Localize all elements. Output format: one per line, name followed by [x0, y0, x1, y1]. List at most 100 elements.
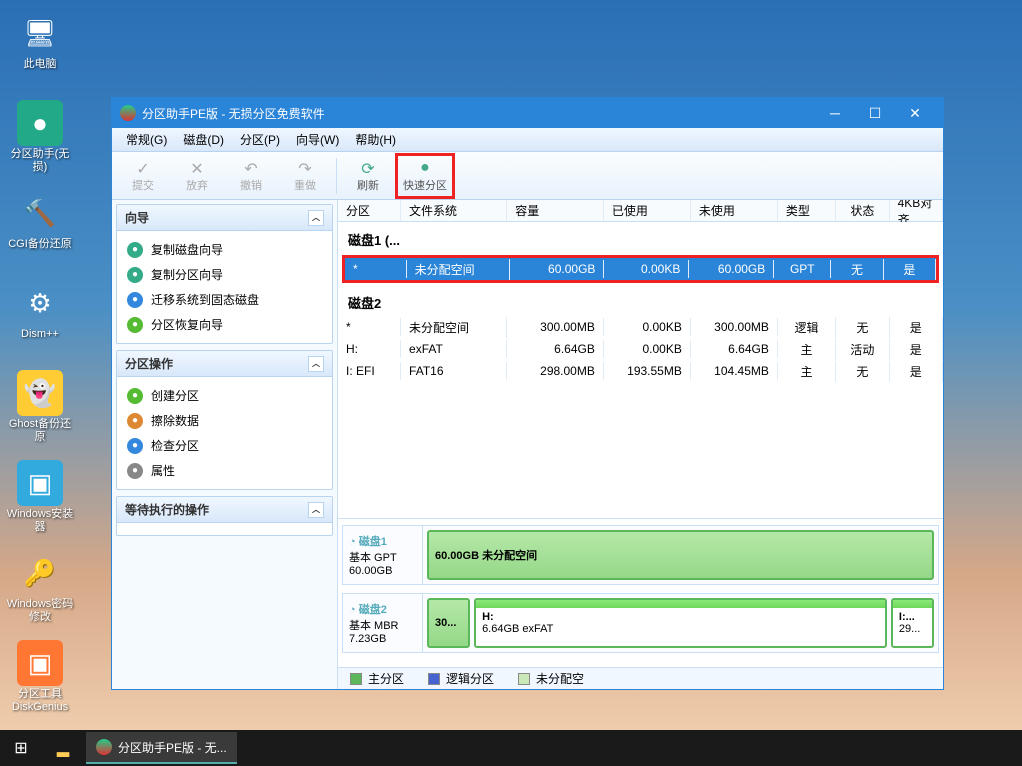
partition-bar[interactable]: I:...29...	[891, 598, 934, 648]
partition-row[interactable]: I: EFIFAT16298.00MB193.55MB104.45MB主无是	[338, 360, 943, 382]
column-headers: 分区文件系统容量已使用未使用类型状态4KB对齐	[338, 200, 943, 222]
sidebar-item-1-3[interactable]: ●属性	[121, 458, 328, 483]
column-header-1[interactable]: 文件系统	[401, 200, 507, 221]
partition-row[interactable]: *未分配空间60.00GB0.00KB60.00GBGPT无是	[345, 258, 936, 280]
side-item-icon: ●	[127, 438, 143, 454]
sidebar-item-0-0[interactable]: ●复制磁盘向导	[121, 237, 328, 262]
file-explorer-icon[interactable]: ▂	[42, 730, 84, 766]
desktop-icons: 🖥此电脑 ●分区助手(无损) 🔨CGI备份还原 ⚙Dism++ 👻 Ghost备份还原 ▣W…	[5, 10, 85, 730]
partition-bar[interactable]: 60.00GB 未分配空间	[427, 530, 934, 580]
toolbar-label: 撤销	[240, 177, 262, 193]
start-button[interactable]: ⊞	[0, 730, 42, 766]
collapse-icon[interactable]: ︿	[308, 210, 324, 226]
toolbar-label: 重做	[294, 177, 316, 193]
sidebar-panel-1: 分区操作︿●创建分区●擦除数据●检查分区●属性	[116, 350, 333, 490]
icon-glyph: ▣	[28, 648, 53, 679]
collapse-icon[interactable]: ︿	[308, 502, 324, 518]
menu-item-1[interactable]: 磁盘(D)	[175, 129, 232, 150]
panel-header[interactable]: 分区操作︿	[117, 351, 332, 377]
desktop-icon-6[interactable]: 🔑Windows密码修改	[5, 550, 75, 630]
column-header-0[interactable]: 分区	[338, 200, 401, 221]
column-header-4[interactable]: 未使用	[691, 200, 778, 221]
cell: 活动	[836, 339, 889, 360]
side-item-label: 迁移系统到固态磁盘	[151, 291, 259, 308]
toolbar-快速分区[interactable]: ●快速分区	[399, 156, 451, 196]
partition-bar[interactable]: H:6.64GB exFAT	[474, 598, 887, 648]
legend-label: 未分配空	[536, 670, 584, 687]
icon-label: 分区助手(无损)	[5, 148, 75, 174]
partition-row[interactable]: *未分配空间300.00MB0.00KB300.00MB逻辑无是	[338, 316, 943, 338]
cell: 104.45MB	[691, 362, 778, 380]
撤销-icon: ↶	[244, 159, 257, 177]
quick-partition-highlight: ●快速分区	[395, 153, 455, 199]
toolbar-separator	[336, 158, 337, 194]
maximize-button[interactable]: ☐	[855, 98, 895, 128]
side-item-icon: ●	[127, 317, 143, 333]
column-header-3[interactable]: 已使用	[604, 200, 691, 221]
side-item-icon: ●	[127, 463, 143, 479]
column-header-2[interactable]: 容量	[507, 200, 604, 221]
legend: 主分区 逻辑分区 未分配空	[338, 667, 943, 689]
cell: 6.64GB	[691, 340, 778, 358]
desktop-icon-2[interactable]: 🔨CGI备份还原	[5, 190, 75, 270]
icon-label: Ghost备份还原	[5, 418, 75, 444]
sidebar-item-0-1[interactable]: ●复制分区向导	[121, 262, 328, 287]
taskbar-app[interactable]: 分区助手PE版 - 无...	[86, 732, 237, 764]
title-bar[interactable]: 分区助手PE版 - 无损分区免费软件 ─ ☐ ✕	[112, 98, 943, 128]
sidebar-item-0-3[interactable]: ● 分区恢复向导	[121, 312, 328, 337]
panel-body	[117, 523, 332, 535]
side-item-icon: ●	[127, 242, 143, 258]
disk-header-0[interactable]: 磁盘1 (...	[338, 222, 943, 253]
disk-info[interactable]: ◔ 磁盘1基本 GPT60.00GB	[343, 526, 423, 584]
column-header-7[interactable]: 4KB对齐	[890, 200, 943, 221]
cell: 60.00GB	[510, 260, 604, 278]
panel-title: 等待执行的操作	[125, 501, 209, 518]
sidebar-item-0-2[interactable]: ●迁移系统到固态磁盘	[121, 287, 328, 312]
partition-row[interactable]: H:exFAT6.64GB0.00KB6.64GB主活动是	[338, 338, 943, 360]
toolbar-label: 提交	[132, 177, 154, 193]
desktop-icon-7[interactable]: ▣分区工具DiskGenius	[5, 640, 75, 720]
column-header-5[interactable]: 类型	[778, 200, 836, 221]
legend-item-1: 逻辑分区	[428, 670, 494, 687]
collapse-icon[interactable]: ︿	[308, 356, 324, 372]
icon-glyph: 👻	[24, 378, 56, 409]
desktop-icon-5[interactable]: ▣Windows安装器	[5, 460, 75, 540]
menu-item-0[interactable]: 常规(G)	[118, 129, 175, 150]
minimize-button[interactable]: ─	[815, 98, 855, 128]
cell: 0.00KB	[604, 318, 691, 336]
window-title: 分区助手PE版 - 无损分区免费软件	[142, 105, 325, 122]
desktop-icon-4[interactable]: 👻 Ghost备份还原	[5, 370, 75, 450]
disk-visual-area: ◔ 磁盘1基本 GPT60.00GB60.00GB 未分配空间◔ 磁盘2基本 M…	[338, 518, 943, 667]
partition-list: 磁盘1 (... *未分配空间60.00GB0.00KB60.00GBGPT无是磁…	[338, 222, 943, 518]
desktop-icon-3[interactable]: ⚙Dism++	[5, 280, 75, 360]
sidebar: 向导︿●复制磁盘向导●复制分区向导●迁移系统到固态磁盘●分区恢复向导分区操作︿●…	[112, 200, 338, 689]
cell: FAT16	[401, 362, 507, 380]
toolbar-刷新[interactable]: ⟳刷新	[342, 156, 394, 196]
panel-body: ●创建分区●擦除数据●检查分区●属性	[117, 377, 332, 489]
menu-item-2[interactable]: 分区(P)	[232, 129, 288, 150]
disk-info[interactable]: ◔ 磁盘2基本 MBR7.23GB	[343, 594, 423, 652]
side-item-label: 分区恢复向导	[151, 316, 223, 333]
partition-bar[interactable]: 30...	[427, 598, 470, 648]
sidebar-item-1-0[interactable]: ●创建分区	[121, 383, 328, 408]
menu-item-4[interactable]: 帮助(H)	[347, 129, 404, 150]
column-header-6[interactable]: 状态	[836, 200, 889, 221]
icon-glyph: ▣	[28, 468, 53, 499]
disk-size: 60.00GB	[349, 565, 416, 577]
cell: 是	[890, 361, 943, 382]
close-button[interactable]: ✕	[895, 98, 935, 128]
toolbar-重做: ↷重做	[279, 156, 331, 196]
desktop-icon-1[interactable]: ●分区助手(无损)	[5, 100, 75, 180]
menu-item-3[interactable]: 向导(W)	[288, 129, 347, 150]
desktop-icon-0[interactable]: 🖥此电脑	[5, 10, 75, 90]
sidebar-item-1-1[interactable]: ●擦除数据	[121, 408, 328, 433]
app-window: 分区助手PE版 - 无损分区免费软件 ─ ☐ ✕ 常规(G)磁盘(D)分区(P)…	[111, 97, 944, 690]
panel-header[interactable]: 向导︿	[117, 205, 332, 231]
sidebar-item-1-2[interactable]: ●检查分区	[121, 433, 328, 458]
side-item-label: 创建分区	[151, 387, 199, 404]
disk-header-1[interactable]: 磁盘2	[338, 285, 943, 316]
legend-item-0: 主分区	[350, 670, 404, 687]
panel-header[interactable]: 等待执行的操作 ︿	[117, 497, 332, 523]
cell: 是	[884, 259, 936, 280]
disk-bars: 30...H:6.64GB exFATI:...29...	[423, 594, 938, 652]
